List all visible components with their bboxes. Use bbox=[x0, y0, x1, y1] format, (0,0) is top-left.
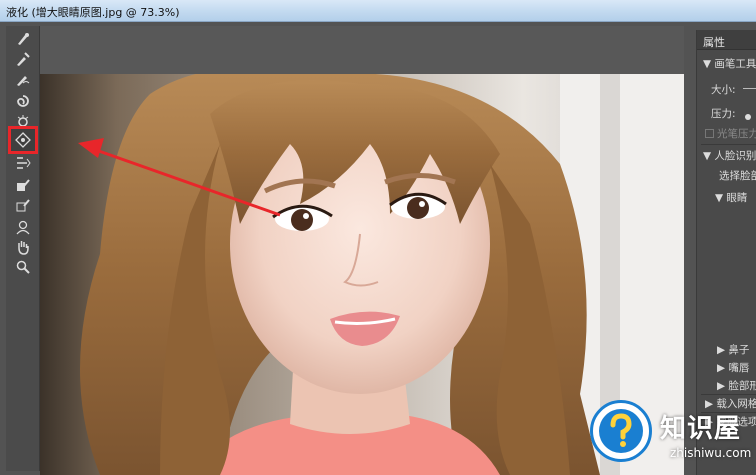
select-face-label: 选择脸部 bbox=[719, 170, 756, 182]
watermark-brand: 知识屋 bbox=[660, 414, 742, 444]
eyes-section[interactable]: ▼ 眼睛 bbox=[715, 190, 747, 205]
stylus-pressure-label: 光笔压力 bbox=[717, 128, 756, 140]
pressure-slider-thumb[interactable] bbox=[745, 114, 751, 120]
window-title: 液化 (增大眼睛原图.jpg @ 73.3%) bbox=[6, 6, 180, 19]
pressure-label: 压力: bbox=[711, 108, 736, 120]
properties-header: 属性 bbox=[697, 30, 756, 50]
stylus-pressure-checkbox[interactable]: 光笔压力 bbox=[705, 126, 756, 141]
size-label: 大小: bbox=[711, 84, 736, 96]
face-shape-section[interactable]: ▶ 脸部形 bbox=[717, 378, 756, 393]
size-slider[interactable] bbox=[743, 88, 756, 89]
nose-section[interactable]: ▶ 鼻子 bbox=[717, 342, 749, 357]
question-mark-logo-icon bbox=[590, 400, 652, 462]
annotation-arrow bbox=[78, 138, 281, 217]
watermark-domain: zhishiwu.com bbox=[670, 446, 752, 460]
mouth-section[interactable]: ▶ 嘴唇 bbox=[717, 360, 749, 375]
brush-tool-options-section[interactable]: ▼ 画笔工具选 bbox=[703, 56, 756, 71]
site-watermark: 知识屋 zhishiwu.com bbox=[582, 392, 756, 475]
title-bar: 液化 (增大眼睛原图.jpg @ 73.3%) bbox=[0, 0, 756, 22]
face-aware-section[interactable]: ▼ 人脸识别液 bbox=[703, 148, 756, 163]
